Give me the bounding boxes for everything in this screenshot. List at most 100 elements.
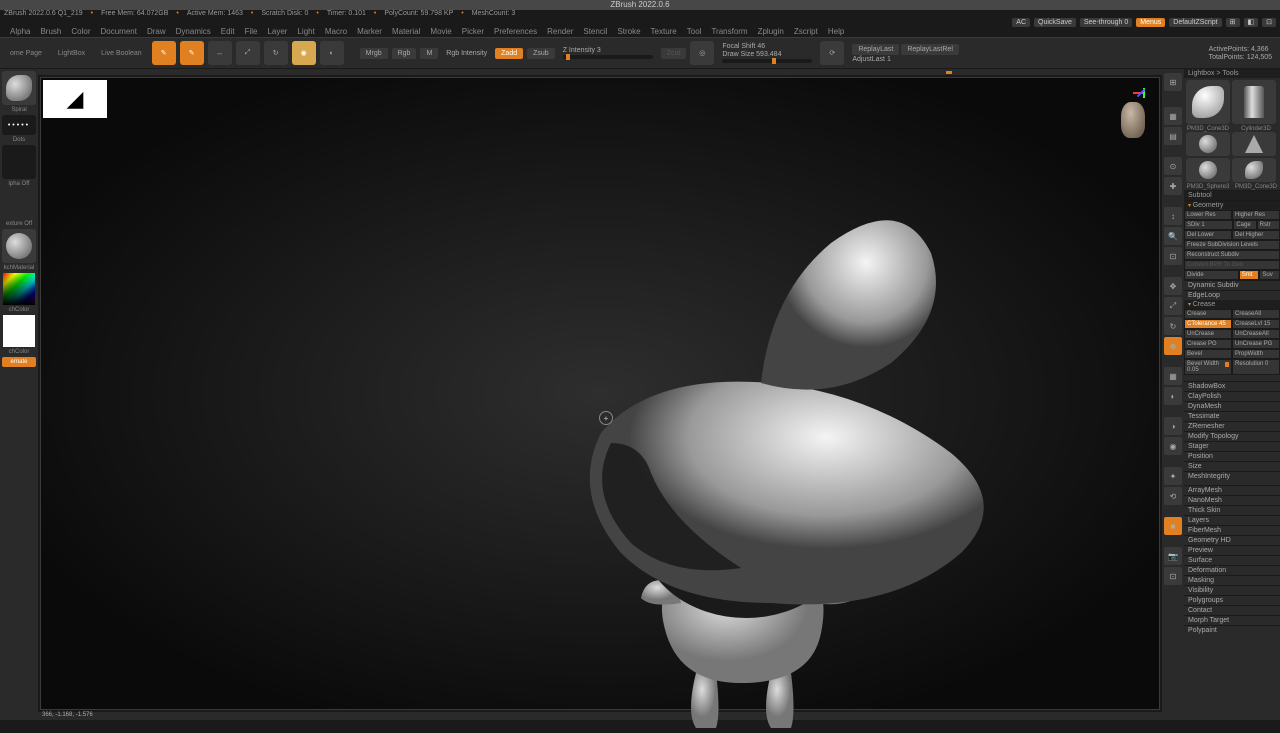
resolution-slider[interactable]: Resolution 0 [1232, 359, 1280, 375]
axis-gizmo-icon[interactable] [1133, 84, 1153, 104]
dynamic-icon[interactable]: ⟳ [820, 41, 844, 65]
menu-movie[interactable]: Movie [430, 27, 451, 37]
modify-topology-header[interactable]: Modify Topology [1184, 431, 1280, 441]
menus-button[interactable]: Menus [1136, 18, 1165, 27]
camera-icon[interactable]: 📷 [1164, 547, 1182, 565]
geometry-header[interactable]: Geometry [1184, 201, 1280, 210]
stager-header[interactable]: Stager [1184, 441, 1280, 451]
mrgb-button[interactable]: Mrgb [360, 48, 388, 59]
zcut-button[interactable]: Zcut [661, 48, 687, 59]
menu-help[interactable]: Help [828, 27, 844, 37]
menu-macro[interactable]: Macro [325, 27, 347, 37]
crease-pg-button[interactable]: Crease PG [1184, 339, 1232, 349]
arraymesh-header[interactable]: ArrayMesh [1184, 485, 1280, 495]
crease-header[interactable]: Crease [1184, 300, 1280, 309]
rotate-view-icon[interactable]: ↻ [1164, 317, 1182, 335]
layers-header[interactable]: Layers [1184, 515, 1280, 525]
gizmo-button[interactable]: ◉ [292, 41, 316, 65]
convert-bpr-button[interactable]: Convert BPR To Geo [1184, 260, 1280, 270]
focal-shift-slider[interactable]: Focal Shift 46 Draw Size 593.484 [718, 43, 816, 63]
lightbox-tab[interactable]: LightBox [52, 50, 91, 57]
menu-stroke[interactable]: Stroke [617, 27, 640, 37]
zsub-button[interactable]: Zsub [527, 48, 555, 59]
bevel-width-slider[interactable]: Bevel Width 0.05 [1184, 359, 1232, 375]
solo-icon[interactable]: ◉ [1164, 437, 1182, 455]
z-intensity-slider[interactable]: Z Intensity 3 [559, 47, 657, 59]
tool-thumb-cylinder[interactable] [1232, 80, 1276, 124]
freeze-subdiv-button[interactable]: Freeze SubDivision Levels [1184, 240, 1280, 250]
live-boolean-button[interactable]: Live Boolean [95, 50, 147, 57]
menu-zscript[interactable]: Zscript [794, 27, 818, 37]
active-tool-icon[interactable]: ■ [1164, 517, 1182, 535]
dynamic-subdiv-header[interactable]: Dynamic Subdiv [1184, 280, 1280, 290]
menu-picker[interactable]: Picker [462, 27, 484, 37]
xyz-icon[interactable]: ⊕ [1164, 337, 1182, 355]
local-icon[interactable]: ⊙ [1164, 157, 1182, 175]
contact-header[interactable]: Contact [1184, 605, 1280, 615]
crease-button[interactable]: Crease [1184, 309, 1232, 319]
viewport-canvas[interactable]: ◢ + [40, 77, 1160, 710]
menu-stencil[interactable]: Stencil [583, 27, 607, 37]
m-button[interactable]: M [420, 48, 438, 59]
menu-dynamics[interactable]: Dynamics [176, 27, 211, 37]
canvas-top-bar[interactable] [38, 69, 1162, 75]
menu-file[interactable]: File [245, 27, 258, 37]
sdiv-slider[interactable]: SDiv 1 [1184, 220, 1233, 230]
menu-transform[interactable]: Transform [711, 27, 747, 37]
uncrease-pg-button[interactable]: UnCrease PG [1232, 339, 1280, 349]
switch-color-label[interactable]: chColor [9, 307, 30, 313]
alternate-button[interactable]: ernate [2, 357, 36, 367]
fit-icon[interactable]: ⊡ [1164, 247, 1182, 265]
crease-all-button[interactable]: CreaseAll [1232, 309, 1280, 319]
tool-thumb-active[interactable] [1186, 80, 1230, 124]
replay-last-button[interactable]: ReplayLast [852, 44, 899, 55]
snapshot-icon[interactable]: ⊡ [1164, 567, 1182, 585]
uncrease-button[interactable]: UnCrease [1184, 329, 1232, 339]
move-view-icon[interactable]: ✥ [1164, 277, 1182, 295]
menu-tool[interactable]: Tool [687, 27, 702, 37]
menu-alpha[interactable]: Alpha [10, 27, 30, 37]
nav-gizmo[interactable] [1093, 84, 1153, 144]
masking-header[interactable]: Masking [1184, 575, 1280, 585]
menu-color[interactable]: Color [71, 27, 90, 37]
lower-res-button[interactable]: Lower Res [1184, 210, 1232, 220]
tool-thumb-cone[interactable] [1232, 132, 1276, 156]
move-mode-button[interactable]: ↔ [208, 41, 232, 65]
history-icon[interactable]: ⟲ [1164, 487, 1182, 505]
stroke-thumb[interactable]: ••••• [2, 115, 36, 135]
ctolerance-slider[interactable]: CTolerance 45 [1184, 319, 1232, 329]
reconstruct-button[interactable]: Reconstruct Subdiv [1184, 250, 1280, 260]
deformation-header[interactable]: Deformation [1184, 565, 1280, 575]
draw-mode-button[interactable]: ✎ [180, 41, 204, 65]
menu-marker[interactable]: Marker [357, 27, 382, 37]
thickskin-header[interactable]: Thick Skin [1184, 505, 1280, 515]
perspective-icon[interactable]: ▦ [1164, 107, 1182, 125]
claypolish-header[interactable]: ClayPolish [1184, 391, 1280, 401]
ghost-icon[interactable]: ◑ [1164, 417, 1182, 435]
position-header[interactable]: Position [1184, 451, 1280, 461]
divide-button[interactable]: Divide [1184, 270, 1239, 280]
home-page-tab[interactable]: ome Page [4, 50, 48, 57]
suv-button[interactable]: Suv [1259, 270, 1280, 280]
tool-thumb-sphere1[interactable] [1186, 132, 1230, 156]
edit-mode-button[interactable]: ✎ [152, 41, 176, 65]
layout-icon[interactable]: ⊞ [1226, 18, 1240, 27]
meshintegrity-header[interactable]: MeshIntegrity [1184, 471, 1280, 481]
lightbox-header[interactable]: Lightbox > Tools [1184, 69, 1280, 78]
preview-header[interactable]: Preview [1184, 545, 1280, 555]
ac-button[interactable]: AC [1012, 18, 1030, 27]
surface-header[interactable]: Surface [1184, 555, 1280, 565]
nav-head-icon[interactable] [1121, 102, 1145, 138]
menu-draw[interactable]: Draw [147, 27, 166, 37]
tessimate-header[interactable]: Tessimate [1184, 411, 1280, 421]
menu-zplugin[interactable]: Zplugin [758, 27, 784, 37]
polyframe-icon[interactable]: ▦ [1164, 367, 1182, 385]
bpr-button[interactable]: ⊞ [1164, 73, 1182, 91]
quicksave-button[interactable]: QuickSave [1034, 18, 1076, 27]
alpha-preview-thumb[interactable]: ◢ [43, 80, 107, 118]
zadd-button[interactable]: Zadd [495, 48, 523, 59]
menu-document[interactable]: Document [101, 27, 137, 37]
dynamesh-header[interactable]: DynaMesh [1184, 401, 1280, 411]
shadowbox-header[interactable]: ShadowBox [1184, 381, 1280, 391]
floor-icon[interactable]: ▤ [1164, 127, 1182, 145]
